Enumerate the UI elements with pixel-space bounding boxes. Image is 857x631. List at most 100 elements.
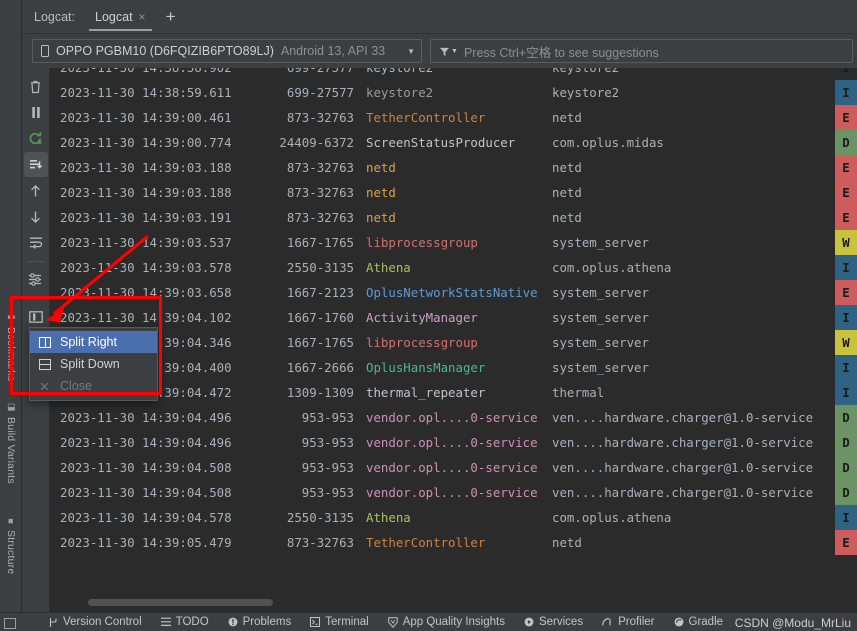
split-panel-button[interactable] bbox=[24, 304, 48, 329]
log-tag: vendor.opl....0-service bbox=[366, 460, 538, 475]
log-row[interactable]: 2023-11-30 14:39:00.774 24409-6372 ScreenS… bbox=[50, 130, 857, 155]
log-level: I bbox=[835, 305, 857, 330]
soft-wrap-button[interactable] bbox=[24, 230, 48, 255]
status-item-app-quality-insights[interactable]: App Quality Insights bbox=[387, 616, 505, 628]
scroll-to-end-button[interactable] bbox=[23, 152, 48, 177]
log-row[interactable]: 2023-11-30 14:39:04.102 1667-1760 Activity… bbox=[50, 305, 857, 330]
log-package: com.oplus.midas bbox=[552, 135, 664, 150]
menu-item-split-right[interactable]: Split Right bbox=[30, 331, 157, 353]
log-row[interactable]: 2023-11-30 14:39:05.479 873-32763 TetherCo… bbox=[50, 530, 857, 555]
sidebar-item-build-variants[interactable]: ◨ Build Variants bbox=[0, 400, 22, 484]
log-row[interactable]: 2023-11-30 14:39:04.578 2550-3135 Athena co… bbox=[50, 505, 857, 530]
shield-icon bbox=[387, 616, 398, 628]
status-item-todo[interactable]: TODO bbox=[160, 616, 209, 628]
configure-button[interactable] bbox=[24, 267, 48, 292]
log-timestamp: 2023-11-30 14:39:05.479 bbox=[60, 535, 232, 550]
menu-item-split-down[interactable]: Split Down bbox=[30, 353, 157, 375]
toolbar-divider-2 bbox=[26, 298, 45, 299]
sidebar-item-label: Build Variants bbox=[5, 417, 17, 485]
log-row[interactable]: 2023-11-30 14:39:04.4721309-1309thermal_… bbox=[50, 380, 857, 405]
sidebar-item-label: Bookmarks bbox=[5, 327, 17, 382]
layout-toggle-icon[interactable] bbox=[4, 618, 16, 629]
menu-item-close: ✕ Close bbox=[30, 375, 157, 397]
status-item-terminal[interactable]: Terminal bbox=[310, 616, 369, 628]
menu-item-label: Close bbox=[60, 379, 92, 393]
structure-icon: ■ bbox=[5, 516, 17, 527]
add-tab-button[interactable]: + bbox=[156, 8, 186, 25]
watermark-overlay: CSDN @Modu_MrLiu bbox=[735, 616, 851, 630]
logcat-output[interactable]: 2023-11-30 14:38:58.902 699-27577 keysto… bbox=[50, 68, 857, 612]
restart-button[interactable] bbox=[24, 126, 48, 151]
previous-occurrence-button[interactable] bbox=[24, 178, 48, 203]
log-level: I bbox=[835, 505, 857, 530]
watermark-text: CSDN @Modu_MrLiu bbox=[734, 616, 851, 630]
status-item-services[interactable]: Services bbox=[524, 616, 583, 628]
device-os: Android 13, API 33 bbox=[280, 44, 386, 58]
log-timestamp: 2023-11-30 14:39:04.496 bbox=[60, 435, 232, 450]
log-row[interactable]: 2023-11-30 14:39:04.508 953-953 vendor.opl… bbox=[50, 480, 857, 505]
device-selector[interactable]: OPPO PGBM10 (D6FQIZIB6PTO89LJ) Android 1… bbox=[32, 39, 422, 63]
log-timestamp: 2023-11-30 14:39:03.578 bbox=[60, 260, 232, 275]
log-package: com.oplus.athena bbox=[552, 510, 672, 525]
log-row[interactable]: 2023-11-30 14:39:03.658 1667-2123 OplusNet… bbox=[50, 280, 857, 305]
sidebar-item-structure[interactable]: ■ Structure bbox=[0, 513, 22, 575]
sidebar-item-bookmarks[interactable]: ▮ Bookmarks bbox=[0, 310, 22, 382]
log-row[interactable]: 2023-11-30 14:39:03.578 2550-3135 Athena co… bbox=[50, 255, 857, 280]
log-level: E bbox=[835, 530, 857, 555]
log-package: netd bbox=[552, 110, 582, 125]
log-package: system_server bbox=[552, 235, 649, 250]
log-row[interactable]: 2023-11-30 14:39:04.3461667-1765libproce… bbox=[50, 330, 857, 355]
log-tag: ActivityManager bbox=[366, 310, 478, 325]
log-tag: vendor.opl....0-service bbox=[366, 435, 538, 450]
log-pid: 2550-3135 bbox=[286, 510, 354, 525]
log-pid: 953-953 bbox=[301, 485, 354, 500]
status-item-gradle[interactable]: Gradle bbox=[674, 616, 723, 628]
log-row[interactable]: 2023-11-30 14:39:03.188 873-32763 netd netd… bbox=[50, 155, 857, 180]
status-item-label: Services bbox=[538, 616, 584, 628]
log-row[interactable]: 2023-11-30 14:39:03.188 873-32763 netd netd… bbox=[50, 180, 857, 205]
log-pid: 699-27577 bbox=[258, 68, 354, 75]
chevron-down-icon[interactable]: ▼ bbox=[407, 47, 415, 56]
log-timestamp: 2023-11-30 14:39:03.537 bbox=[60, 235, 232, 250]
log-row[interactable]: 2023-11-30 14:39:03.191 873-32763 netd netd… bbox=[50, 205, 857, 230]
close-icon[interactable]: × bbox=[139, 10, 146, 24]
log-package: com.oplus.athena bbox=[552, 260, 672, 275]
log-row[interactable]: 2023-11-30 14:39:03.537 1667-1765 libproce… bbox=[50, 230, 857, 255]
log-level: W bbox=[835, 230, 857, 255]
log-row[interactable]: 2023-11-30 14:39:04.508 953-953 vendor.opl… bbox=[50, 455, 857, 480]
warning-icon bbox=[228, 617, 238, 627]
horizontal-scrollbar[interactable] bbox=[88, 599, 273, 606]
log-tag: Athena bbox=[366, 260, 411, 275]
log-level: E bbox=[835, 205, 857, 230]
logcat-tab-bar: Logcat: Logcat × + bbox=[22, 0, 857, 34]
log-timestamp: 2023-11-30 14:39:04.102 bbox=[60, 310, 232, 325]
log-row[interactable]: 2023-11-30 14:39:04.4001667-2666OplusHan… bbox=[50, 355, 857, 380]
profiler-icon bbox=[602, 617, 613, 627]
log-row[interactable]: 2023-11-30 14:39:00.461 873-32763 TetherCo… bbox=[50, 105, 857, 130]
filter-query-field[interactable]: ▼ Press Ctrl+空格 to see suggestions bbox=[430, 39, 853, 63]
bookmark-icon: ▮ bbox=[5, 313, 17, 324]
tab-logcat[interactable]: Logcat × bbox=[87, 3, 154, 31]
status-bar: Version Control TODO Problems Terminal A bbox=[0, 612, 857, 631]
log-row[interactable]: 2023-11-30 14:39:04.496 953-953 vendor.opl… bbox=[50, 430, 857, 455]
branch-icon bbox=[48, 617, 58, 628]
clear-logcat-button[interactable] bbox=[24, 74, 48, 99]
next-occurrence-button[interactable] bbox=[24, 204, 48, 229]
log-pid: 873-32763 bbox=[286, 160, 354, 175]
log-tag: thermal_repeater bbox=[366, 385, 486, 400]
status-item-version-control[interactable]: Version Control bbox=[48, 616, 142, 628]
log-level: D bbox=[835, 455, 857, 480]
filter-icon[interactable]: ▼ bbox=[439, 46, 458, 57]
log-package: keystore2 bbox=[552, 85, 620, 100]
pause-button[interactable] bbox=[24, 100, 48, 125]
status-item-profiler[interactable]: Profiler bbox=[602, 616, 655, 628]
log-tag: libprocessgroup bbox=[366, 335, 478, 350]
log-pid: 953-953 bbox=[301, 460, 354, 475]
log-package: netd bbox=[552, 210, 582, 225]
log-row[interactable]: 2023-11-30 14:39:04.496 953-953 vendor.opl… bbox=[50, 405, 857, 430]
log-tag: keystore2 bbox=[366, 85, 434, 100]
log-row[interactable]: 2023-11-30 14:38:59.611 699-27577 keystore… bbox=[50, 80, 857, 105]
log-package: ven....hardware.charger@1.0-service bbox=[552, 435, 814, 450]
log-level: I bbox=[835, 255, 857, 280]
status-item-problems[interactable]: Problems bbox=[228, 616, 291, 628]
